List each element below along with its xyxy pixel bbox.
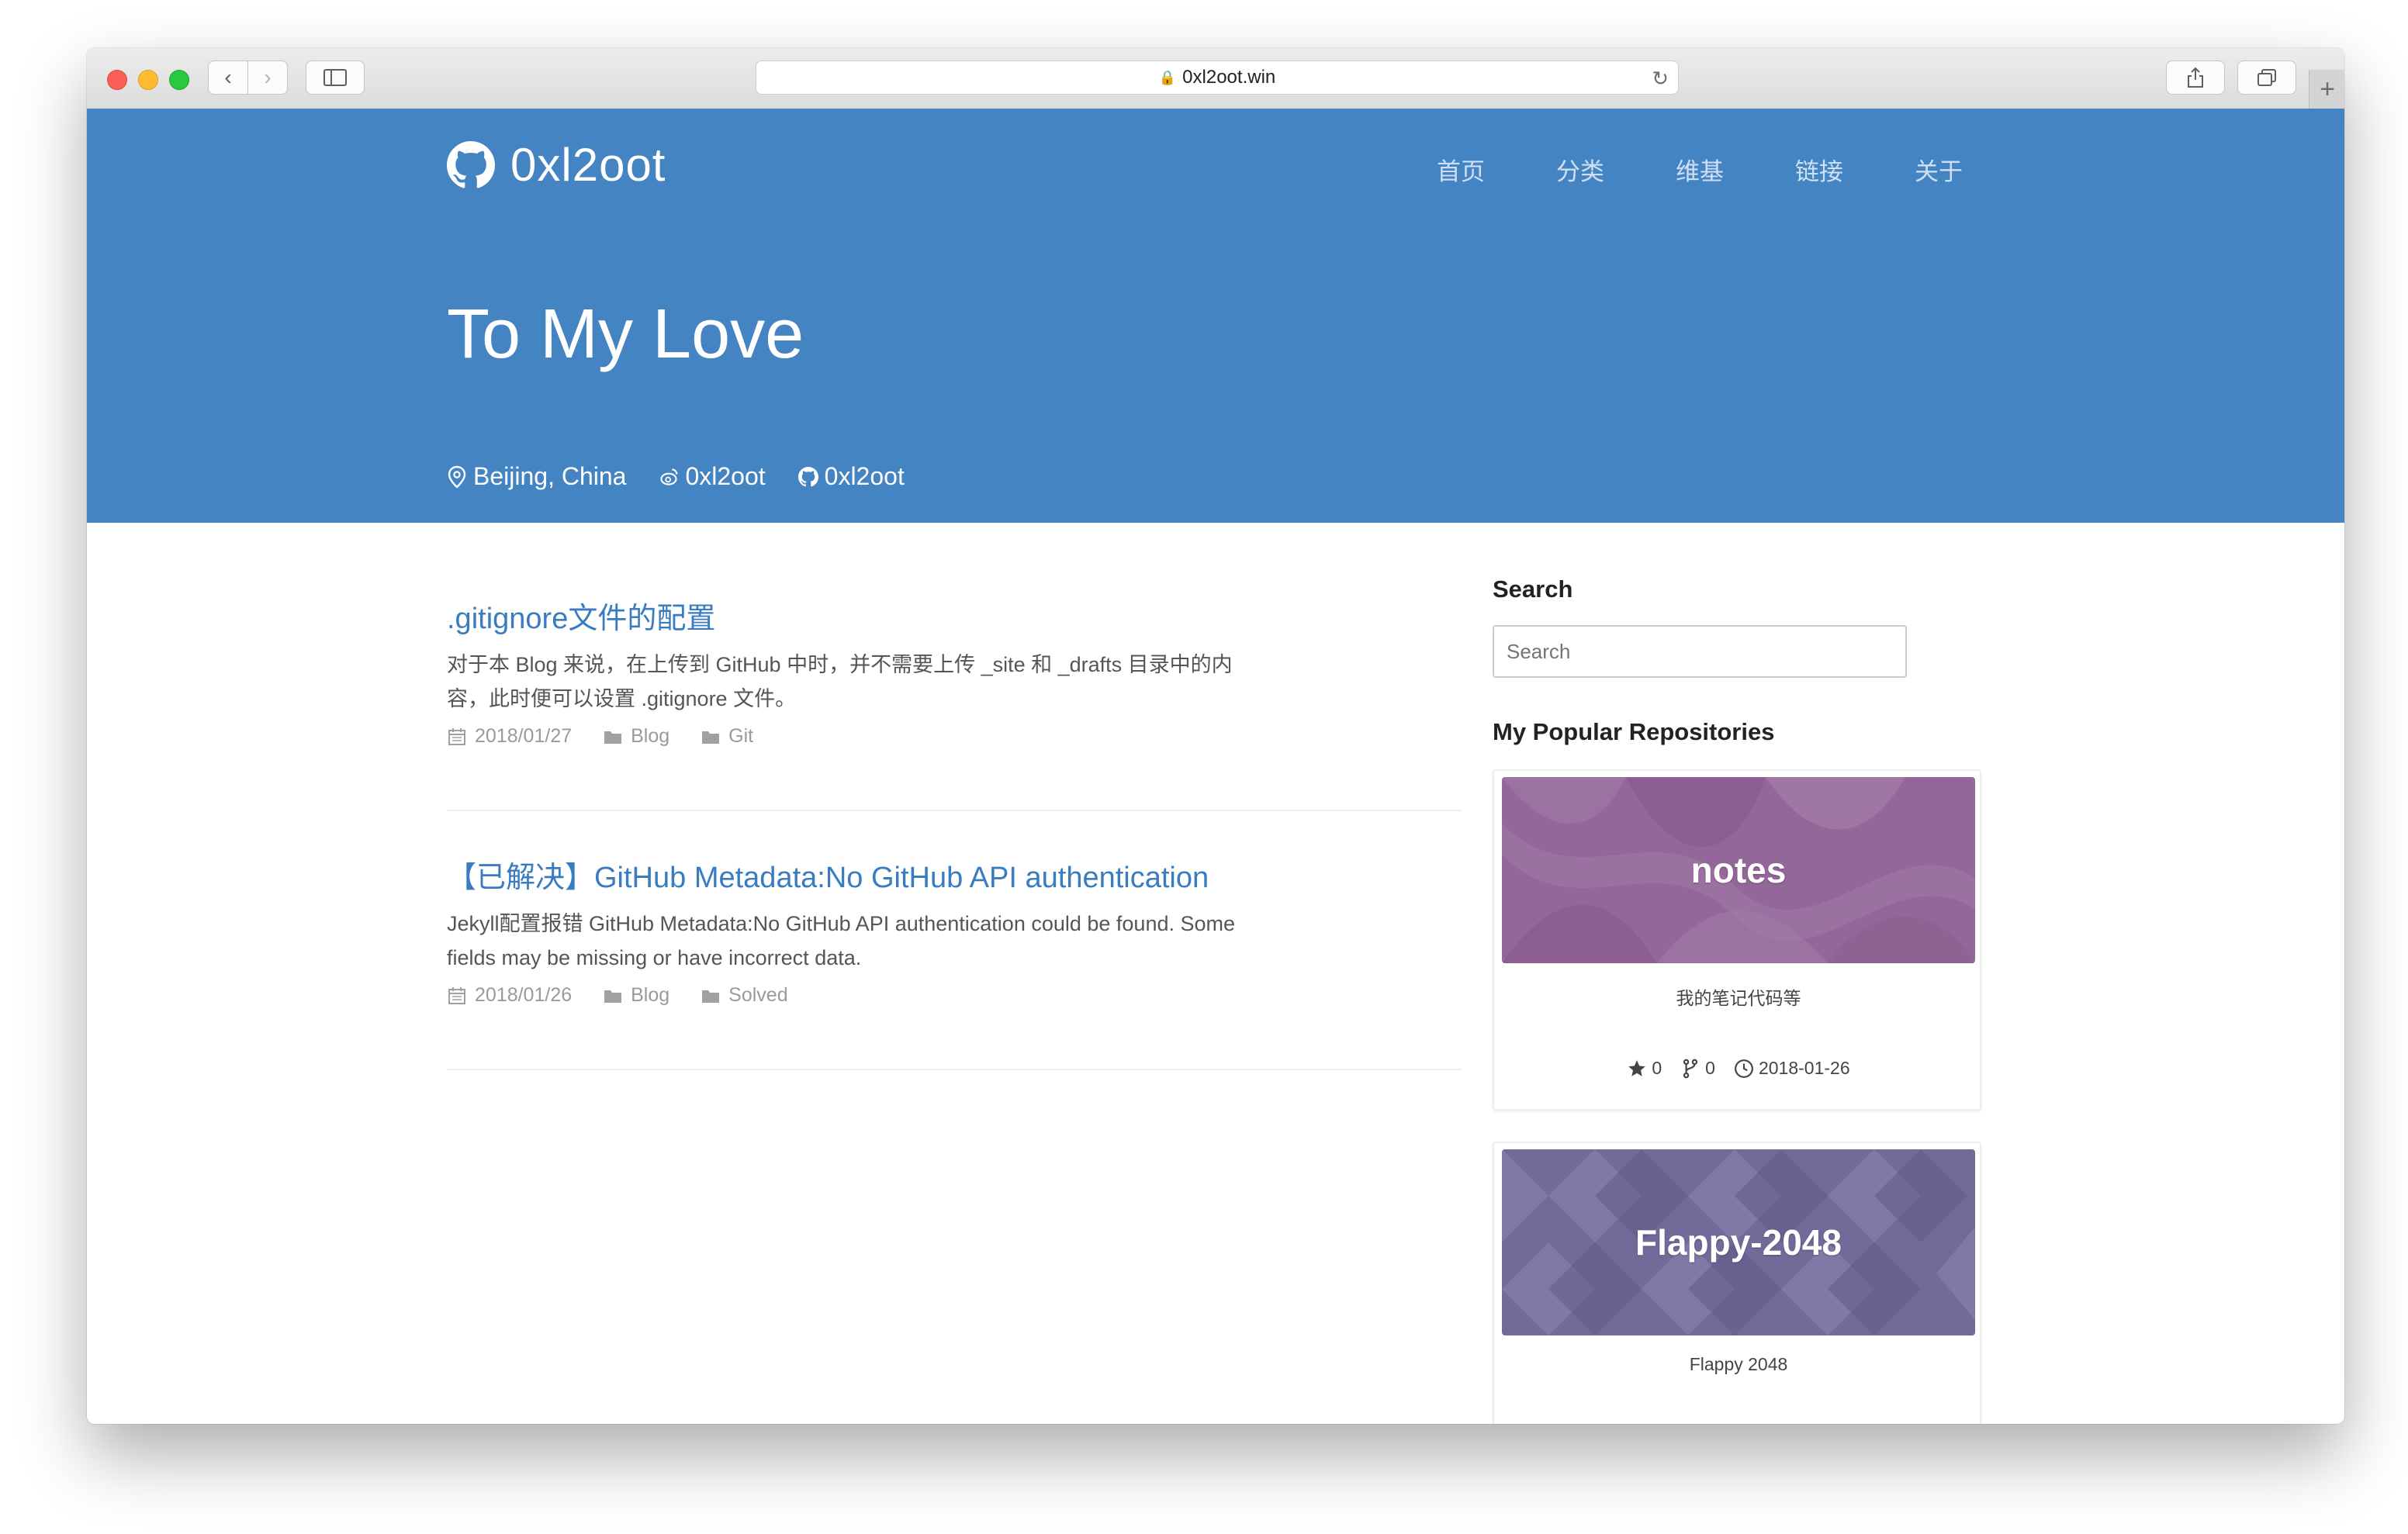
post-tag[interactable]: Solved bbox=[701, 984, 788, 1007]
forward-button[interactable]: › bbox=[247, 60, 288, 95]
nav-links[interactable]: 链接 bbox=[1795, 152, 1843, 187]
show-tabs-button[interactable] bbox=[2237, 60, 2296, 95]
post-excerpt-line: 容，此时便可以设置 .gitignore 文件。 bbox=[447, 687, 797, 710]
post-tag[interactable]: Git bbox=[701, 725, 753, 748]
address-url: 0xl2oot.win bbox=[1182, 67, 1276, 88]
repo-updated: 2018-01-26 bbox=[1734, 1058, 1850, 1079]
site-brand[interactable]: 0xl2oot bbox=[447, 138, 666, 192]
share-button[interactable] bbox=[2166, 60, 2225, 95]
nav-categories[interactable]: 分类 bbox=[1556, 152, 1604, 187]
repo-stars-count: 0 bbox=[1652, 1058, 1662, 1078]
post-category-text: Blog bbox=[631, 725, 670, 747]
post-title-link[interactable]: 【已解决】GitHub Metadata:No GitHub API authe… bbox=[447, 853, 1462, 896]
new-tab-button[interactable]: + bbox=[2309, 70, 2344, 109]
location-item: Beijing, China bbox=[447, 462, 626, 491]
address-bar[interactable]: 🔒 0xl2oot.win ↻ bbox=[756, 60, 1679, 95]
tabs-icon bbox=[2258, 69, 2276, 86]
repo-name: notes bbox=[1690, 850, 1787, 890]
repo-forks-count: 0 bbox=[1705, 1058, 1715, 1078]
chevron-right-icon: › bbox=[264, 65, 272, 89]
search-input[interactable] bbox=[1493, 625, 1907, 678]
browser-window: ‹ › 🔒 0xl2oot.win ↻ + 0xl2oot 首页 分类 维基 链… bbox=[87, 48, 2344, 1424]
post-category[interactable]: Blog bbox=[603, 984, 669, 1007]
minimize-window-button[interactable] bbox=[138, 70, 158, 90]
sidebar-icon bbox=[323, 69, 347, 86]
repo-stats: 0 0 2018-01-26 bbox=[1494, 1058, 1983, 1079]
post-tag-text: Git bbox=[728, 725, 754, 747]
nav-wiki[interactable]: 维基 bbox=[1676, 152, 1724, 187]
hero-meta: Beijing, China 0xl2oot 0xl2oot bbox=[447, 462, 937, 491]
fork-icon bbox=[1683, 1059, 1698, 1078]
share-icon bbox=[2188, 67, 2203, 88]
calendar-icon bbox=[448, 986, 465, 1004]
post-date: 2018/01/27 bbox=[447, 725, 572, 748]
reload-icon[interactable]: ↻ bbox=[1652, 67, 1669, 91]
nav-about[interactable]: 关于 bbox=[1915, 152, 1963, 187]
post-tag-text: Solved bbox=[728, 984, 788, 1006]
post-meta: 2018/01/26 Blog Solved bbox=[447, 984, 1462, 1007]
search-heading: Search bbox=[1493, 575, 1573, 603]
repo-forks: 0 bbox=[1680, 1058, 1715, 1079]
post-date-text: 2018/01/26 bbox=[475, 984, 573, 1006]
folder-icon bbox=[604, 731, 622, 744]
post-excerpt: 对于本 Blog 来说，在上传到 GitHub 中时，并不需要上传 _site … bbox=[447, 648, 1285, 716]
post-excerpt: Jekyll配置报错 GitHub Metadata:No GitHub API… bbox=[447, 907, 1285, 975]
back-button[interactable]: ‹ bbox=[208, 60, 248, 95]
repo-card[interactable]: notes 我的笔记代码等 0 0 2018-01-26 bbox=[1493, 769, 1981, 1111]
post-title-link[interactable]: .gitignore文件的配置 bbox=[447, 594, 1462, 637]
repo-updated-date: 2018-01-26 bbox=[1758, 1058, 1850, 1078]
weibo-icon bbox=[660, 468, 678, 485]
repo-description: 我的笔记代码等 bbox=[1676, 988, 1801, 1008]
chevron-left-icon: ‹ bbox=[224, 65, 232, 89]
folder-icon bbox=[702, 731, 720, 744]
github-link[interactable]: 0xl2oot bbox=[797, 462, 905, 491]
lock-icon: 🔒 bbox=[1158, 69, 1177, 85]
post-category[interactable]: Blog bbox=[603, 725, 669, 748]
browser-toolbar: ‹ › 🔒 0xl2oot.win ↻ + bbox=[87, 48, 2344, 109]
github-icon bbox=[797, 466, 818, 486]
weibo-text: 0xl2oot bbox=[685, 462, 766, 490]
repo-description: Flappy 2048 bbox=[1689, 1354, 1788, 1374]
post-excerpt-line: 对于本 Blog 来说，在上传到 GitHub 中时，并不需要上传 _site … bbox=[447, 653, 1233, 676]
post-date: 2018/01/26 bbox=[447, 984, 572, 1007]
repos-heading: My Popular Repositories bbox=[1493, 718, 1775, 745]
repo-card[interactable]: Flappy-2048 Flappy 2048 bbox=[1493, 1142, 1981, 1424]
folder-icon bbox=[604, 990, 622, 1003]
post-divider bbox=[447, 810, 1462, 811]
site-title: 0xl2oot bbox=[510, 139, 666, 191]
sidebar-toggle-button[interactable] bbox=[306, 60, 365, 95]
site-header: 0xl2oot 首页 分类 维基 链接 关于 To My Love Beijin… bbox=[87, 109, 2344, 523]
post-item: 【已解决】GitHub Metadata:No GitHub API authe… bbox=[447, 853, 1462, 1007]
hero-title: To My Love bbox=[447, 295, 804, 373]
repo-banner: notes bbox=[1502, 777, 1975, 963]
github-logo-icon bbox=[447, 140, 495, 188]
zoom-window-button[interactable] bbox=[169, 70, 189, 90]
post-excerpt-line: Jekyll配置报错 GitHub Metadata:No GitHub API… bbox=[447, 912, 1236, 935]
close-window-button[interactable] bbox=[107, 70, 127, 90]
post-item: .gitignore文件的配置 对于本 Blog 来说，在上传到 GitHub … bbox=[447, 594, 1462, 748]
main-nav: 首页 分类 维基 链接 关于 bbox=[1437, 152, 2034, 187]
weibo-link[interactable]: 0xl2oot bbox=[659, 462, 766, 491]
repo-banner: Flappy-2048 bbox=[1502, 1149, 1975, 1335]
repo-name: Flappy-2048 bbox=[1635, 1222, 1842, 1263]
post-divider bbox=[447, 1069, 1462, 1070]
clock-icon bbox=[1735, 1059, 1753, 1078]
folder-icon bbox=[702, 990, 720, 1003]
post-meta: 2018/01/27 Blog Git bbox=[447, 725, 1462, 748]
post-date-text: 2018/01/27 bbox=[475, 725, 573, 747]
map-pin-icon bbox=[448, 465, 466, 489]
post-excerpt-line: fields may be missing or have incorrect … bbox=[447, 946, 862, 969]
github-text: 0xl2oot bbox=[824, 462, 905, 490]
post-category-text: Blog bbox=[631, 984, 670, 1006]
calendar-icon bbox=[448, 727, 465, 745]
nav-home[interactable]: 首页 bbox=[1437, 152, 1485, 187]
star-icon bbox=[1628, 1059, 1646, 1076]
repo-stars: 0 bbox=[1627, 1058, 1662, 1079]
location-text: Beijing, China bbox=[473, 462, 627, 490]
plus-icon: + bbox=[2320, 74, 2335, 104]
